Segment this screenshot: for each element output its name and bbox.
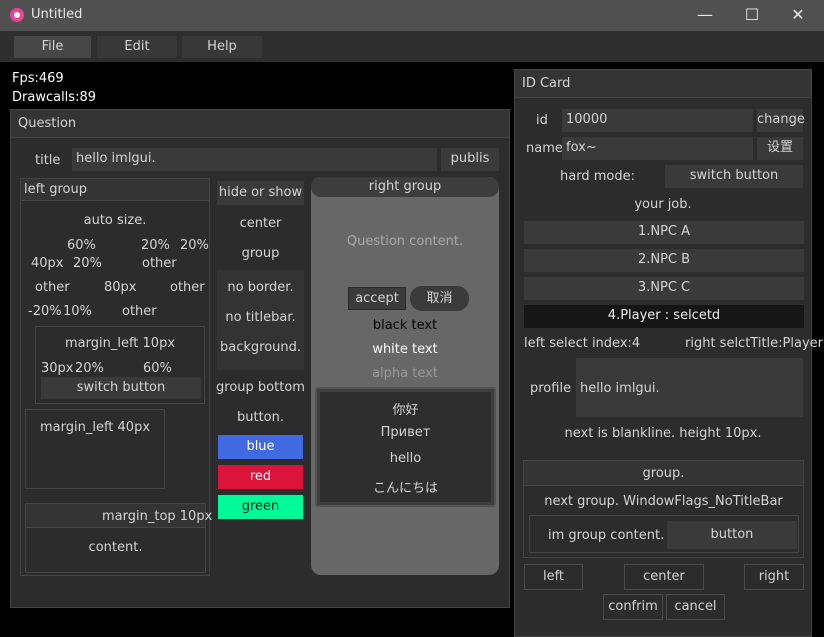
publish-button[interactable]: publis <box>441 148 499 171</box>
row4-cell: -20% <box>28 304 62 319</box>
question-titlebar[interactable] <box>11 110 509 138</box>
row4-cell: other <box>122 304 157 319</box>
name-label: name <box>526 141 563 156</box>
row5-cell: 20% <box>75 361 104 376</box>
profile-textarea[interactable]: hello imlgui. <box>576 358 803 417</box>
confirm-button[interactable]: confrim <box>603 594 663 620</box>
no-border-label: no border. <box>227 280 294 295</box>
row2-cell: 20% <box>73 256 102 271</box>
margin-top-10-label: margin_top 10px <box>102 509 213 524</box>
question-title: Question <box>18 116 77 131</box>
lang-ja-label: こんにちは <box>372 481 438 496</box>
menu-file[interactable]: File <box>14 36 91 58</box>
lang-ru-label: Привет <box>380 425 431 440</box>
row1-cell: 20% <box>141 238 170 253</box>
black-text: black text <box>372 318 438 333</box>
maximize-icon[interactable]: ☐ <box>732 2 772 28</box>
switch-button[interactable]: switch button <box>41 377 201 399</box>
window-title: Untitled <box>31 7 83 22</box>
group-bottom-label: group bottom <box>216 380 305 395</box>
auto-size-label: auto size. <box>83 213 147 228</box>
row2-cell: 40px <box>31 256 64 271</box>
button-label: button. <box>236 410 284 425</box>
white-text: white text <box>372 342 438 357</box>
right-button[interactable]: right <box>744 564 804 590</box>
group-box-title: group. <box>642 466 685 481</box>
group-label: group <box>241 246 280 261</box>
name-input[interactable]: fox~ <box>562 137 753 160</box>
red-button[interactable]: red <box>218 465 303 489</box>
hard-mode-switch-button[interactable]: switch button <box>665 165 803 188</box>
fps-label: Fps:469 <box>12 71 64 86</box>
cancel-button[interactable]: cancel <box>666 594 725 620</box>
im-group-content-label: im group content. <box>548 528 665 543</box>
row1-cell: 20% <box>180 238 209 253</box>
background-label: background. <box>219 340 302 355</box>
row2-cell: other <box>142 256 177 271</box>
left-select-index-label: left select index:4 <box>524 336 641 351</box>
row3-cell: other <box>35 280 70 295</box>
drawcalls-label: Drawcalls:89 <box>12 90 96 105</box>
cancel-cn-button[interactable]: 取消 <box>410 286 469 311</box>
id-input[interactable]: 10000 <box>562 109 753 132</box>
left-group-title: left group <box>24 182 87 197</box>
job-option-selected[interactable]: 4.Player : selcetd <box>524 305 804 328</box>
menu-edit[interactable]: Edit <box>97 36 177 58</box>
id-card-title: ID Card <box>522 76 571 91</box>
content-label: content. <box>88 540 143 555</box>
lang-en-label: hello <box>389 451 422 466</box>
blue-button[interactable]: blue <box>218 435 303 459</box>
hard-mode-label: hard mode: <box>560 169 635 184</box>
row5-cell: 30px <box>41 361 74 376</box>
left-button[interactable]: left <box>524 564 583 590</box>
group-button[interactable]: button <box>667 521 797 549</box>
right-group-title: right group <box>368 179 442 194</box>
id-label: id <box>536 113 548 128</box>
your-job-label: your job. <box>634 197 692 212</box>
no-titlebar-label: no titlebar. <box>225 310 296 325</box>
margin-left-10-label: margin_left 10px <box>64 336 176 351</box>
title-input[interactable]: hello imlgui. <box>72 148 437 171</box>
center-label: center <box>239 216 282 231</box>
row4-cell: 10% <box>63 304 92 319</box>
row3-cell: other <box>170 280 205 295</box>
center-button[interactable]: center <box>624 564 704 590</box>
title-label: title <box>35 153 61 168</box>
settings-button[interactable]: 设置 <box>757 137 803 160</box>
profile-label: profile <box>530 381 572 396</box>
hide-or-show-button[interactable]: hide or show <box>217 181 304 205</box>
menu-help[interactable]: Help <box>182 36 262 58</box>
minimize-icon[interactable]: — <box>685 2 725 28</box>
alpha-text: alpha text <box>372 366 438 381</box>
change-button[interactable]: change <box>757 109 805 132</box>
lang-zh-label: 你好 <box>392 403 419 418</box>
row3-cell: 80px <box>104 280 137 295</box>
row1-cell: 60% <box>67 238 96 253</box>
margin-left-40-label: margin_left 40px <box>39 420 151 435</box>
question-content-label: Question content. <box>346 234 464 249</box>
row5-cell: 60% <box>143 361 172 376</box>
job-option[interactable]: 3.NPC C <box>524 277 804 300</box>
green-button[interactable]: green <box>218 495 303 519</box>
close-icon[interactable]: ✕ <box>778 2 818 28</box>
next-group-label: next group. WindowFlags_NoTitleBar <box>544 494 783 509</box>
job-option[interactable]: 1.NPC A <box>524 221 804 244</box>
blankline-label: next is blankline. height 10px. <box>564 426 762 441</box>
right-select-title-label: right selctTitle:Player <box>685 336 823 351</box>
job-option[interactable]: 2.NPC B <box>524 249 804 272</box>
accept-button[interactable]: accept <box>348 287 406 310</box>
app-icon <box>10 8 24 22</box>
